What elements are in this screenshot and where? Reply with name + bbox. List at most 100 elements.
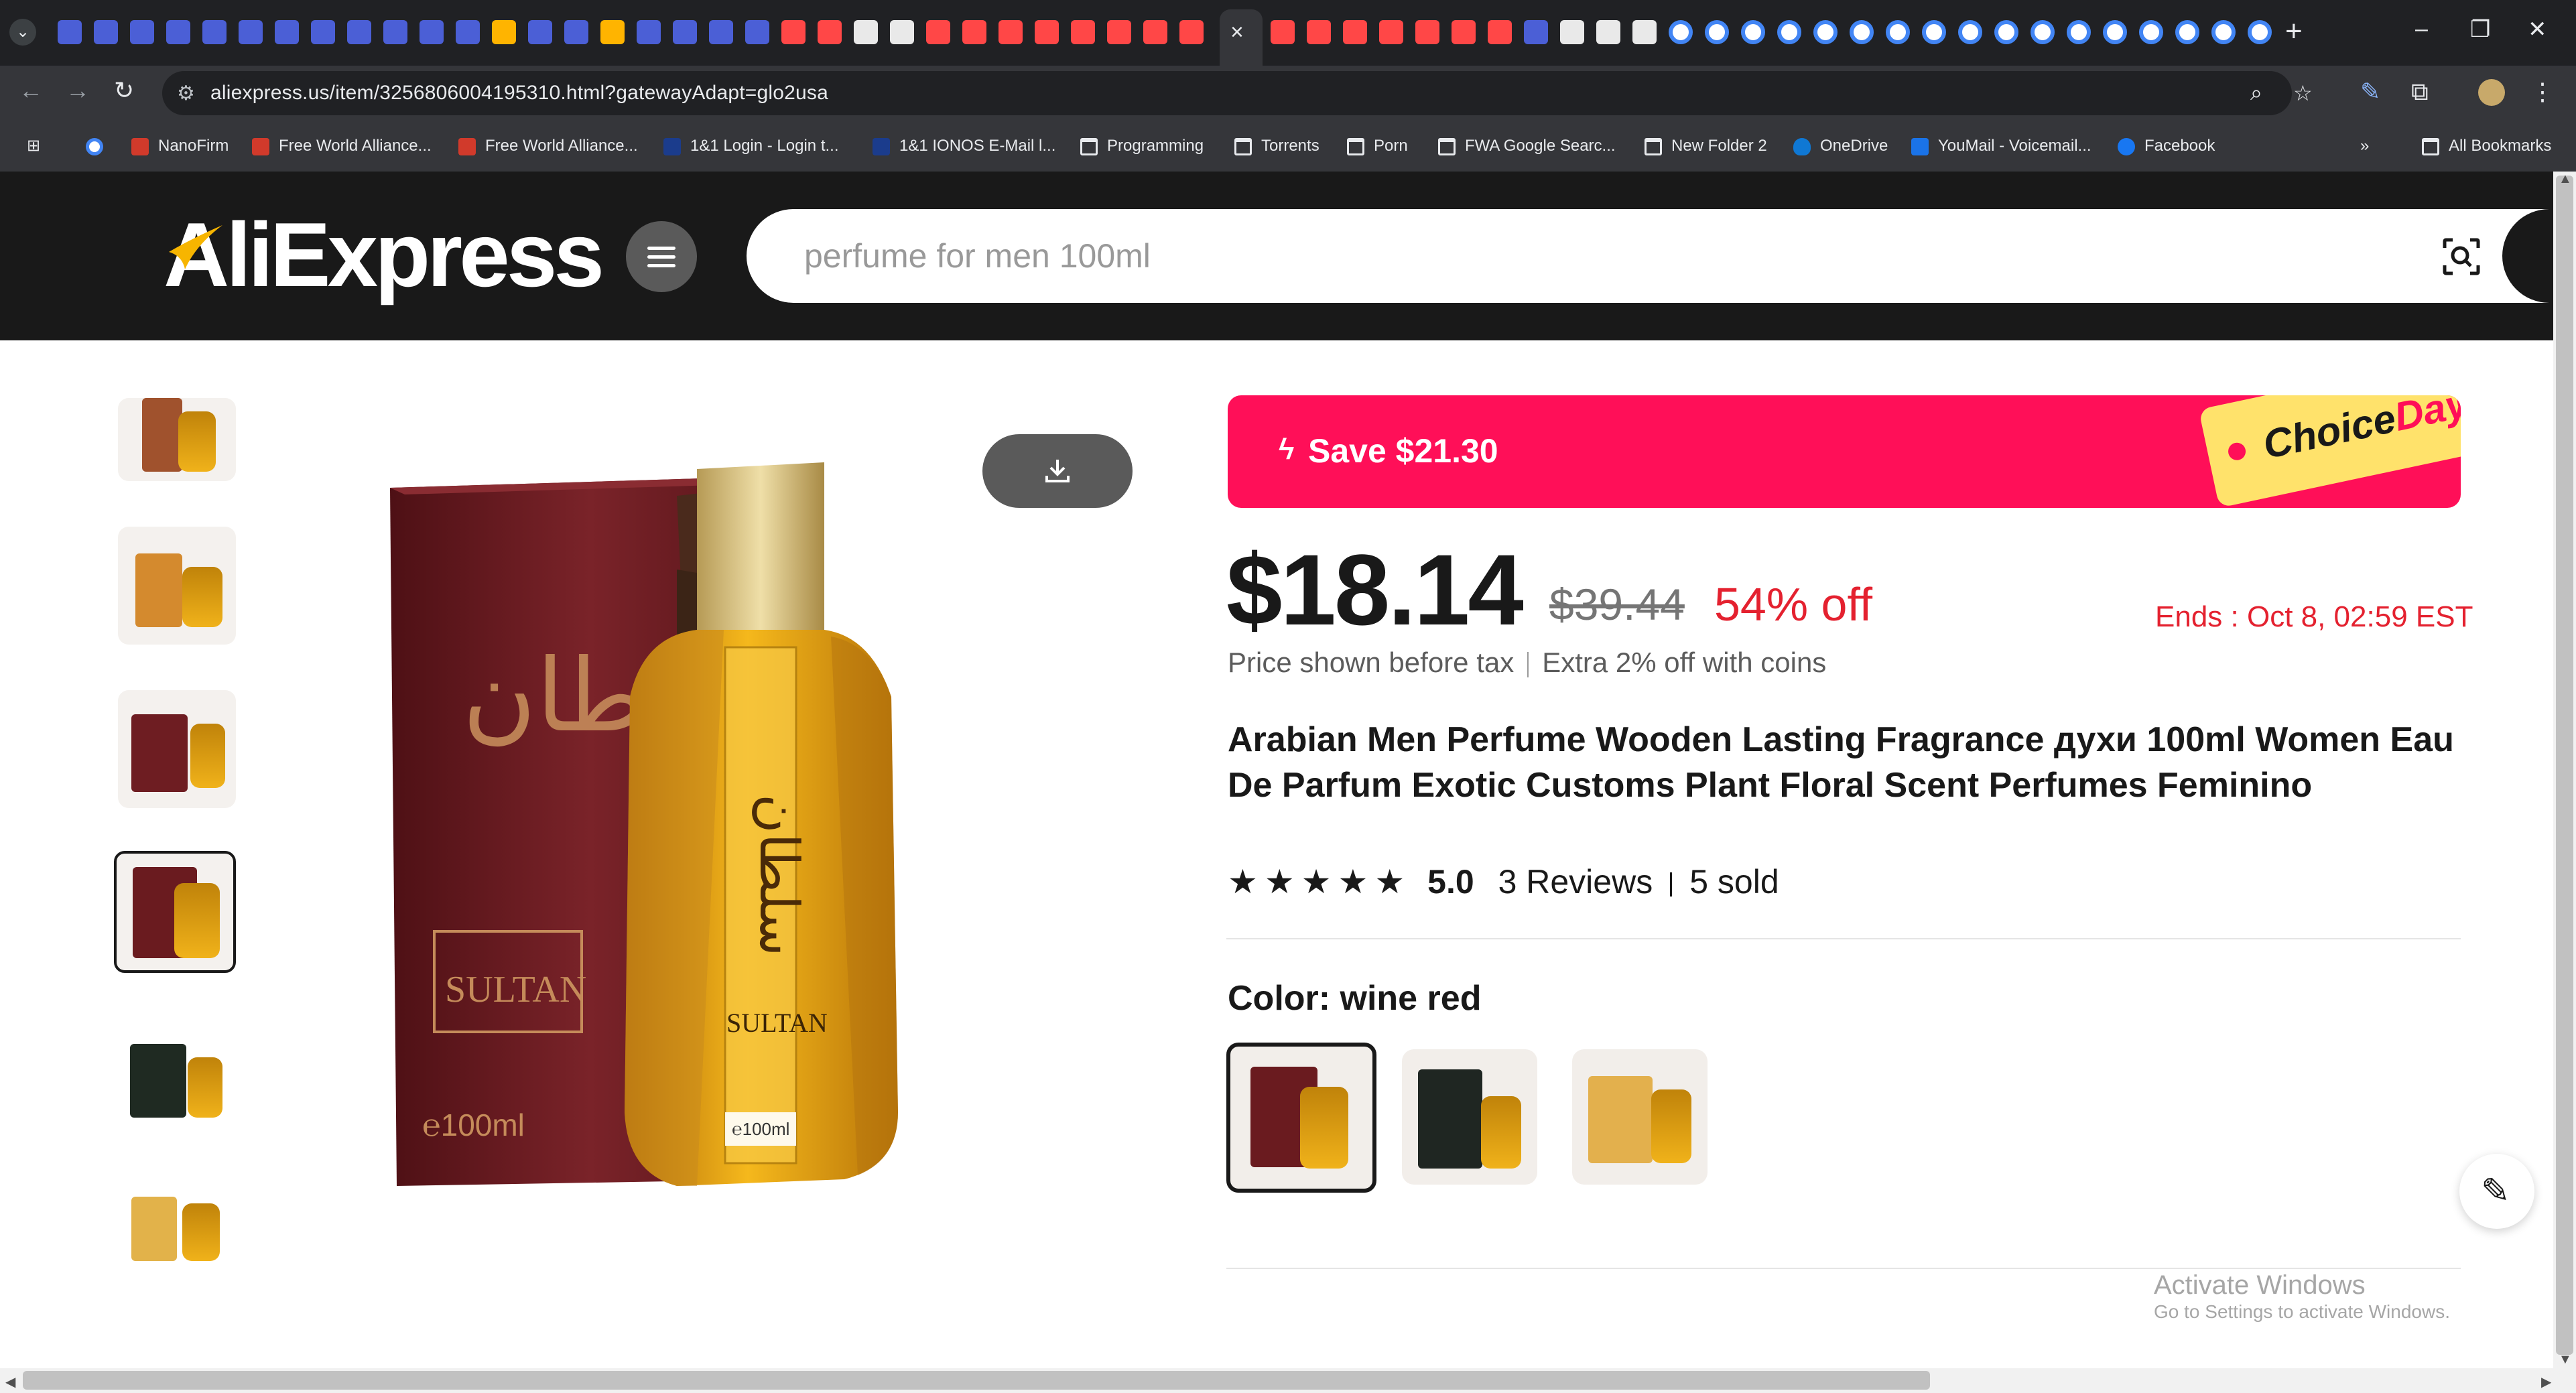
tab-favicon[interactable]	[1179, 20, 1204, 44]
bookmark-folder[interactable]: Programming	[1080, 134, 1204, 158]
color-swatch-wine-red[interactable]	[1226, 1043, 1376, 1193]
tab-favicon[interactable]	[926, 20, 950, 44]
tab-favicon[interactable]	[1922, 20, 1946, 44]
tab-favicon[interactable]	[1705, 20, 1729, 44]
tab-favicon[interactable]	[709, 20, 733, 44]
tab-favicon[interactable]	[1452, 20, 1476, 44]
tab-favicon[interactable]	[1143, 20, 1167, 44]
bookmark-item[interactable]: Facebook	[2118, 134, 2215, 158]
tab-favicon[interactable]	[1307, 20, 1331, 44]
tab-favicon[interactable]	[2248, 20, 2272, 44]
vertical-scroll-thumb[interactable]	[2556, 176, 2573, 1355]
tab-favicon[interactable]	[1379, 20, 1403, 44]
aliexpress-logo[interactable]: AliExpress	[164, 208, 604, 302]
close-window-icon[interactable]: ✕	[2528, 16, 2547, 43]
tab-favicon[interactable]	[166, 20, 190, 44]
tab-favicon[interactable]	[347, 20, 371, 44]
tab-favicon[interactable]	[2139, 20, 2163, 44]
coins-text[interactable]: Extra 2% off with coins	[1542, 647, 1826, 678]
tab-favicon[interactable]	[2067, 20, 2091, 44]
tab-favicon[interactable]	[1560, 20, 1584, 44]
tab-favicon[interactable]	[1994, 20, 2018, 44]
tab-favicon[interactable]	[202, 20, 227, 44]
new-tab-icon[interactable]: +	[2285, 15, 2303, 48]
image-search-icon[interactable]	[2442, 237, 2481, 276]
tab-favicon[interactable]	[1071, 20, 1095, 44]
search-input[interactable]	[803, 232, 2414, 280]
tab-favicon[interactable]	[1850, 20, 1874, 44]
close-tab-icon[interactable]: ×	[1230, 20, 1244, 44]
product-thumbnail[interactable]	[118, 527, 236, 645]
scroll-left-icon[interactable]: ◀	[5, 1374, 15, 1390]
tab-favicon[interactable]	[781, 20, 806, 44]
bookmark-item[interactable]: Free World Alliance...	[458, 134, 638, 158]
tab-favicon[interactable]	[1632, 20, 1657, 44]
horizontal-scroll-thumb[interactable]	[23, 1371, 1930, 1390]
tab-favicon[interactable]	[673, 20, 697, 44]
tab-favicon[interactable]	[637, 20, 661, 44]
product-thumbnail[interactable]	[118, 690, 236, 808]
color-swatch-gold[interactable]	[1572, 1049, 1708, 1185]
tab-favicon[interactable]	[564, 20, 588, 44]
main-product-image[interactable]: سلطان SULTAN ℮100ml سلطان SULTAN ℮100ml	[362, 415, 1112, 1193]
site-info-icon[interactable]: ⚙	[177, 82, 195, 105]
product-thumbnail-selected[interactable]	[114, 851, 236, 973]
forward-icon[interactable]: →	[66, 76, 90, 105]
bookmark-folder[interactable]: Porn	[1347, 134, 1408, 158]
tab-favicon[interactable]	[94, 20, 118, 44]
tab-favicon[interactable]	[2175, 20, 2199, 44]
bookmark-item[interactable]: 1&1 Login - Login t...	[663, 134, 838, 158]
bookmark-item[interactable]: 1&1 IONOS E-Mail l...	[873, 134, 1055, 158]
reviews-link[interactable]: 3 Reviews	[1498, 863, 1653, 901]
extensions-icon[interactable]: ⧉	[2411, 78, 2429, 107]
scroll-down-icon[interactable]: ▼	[2559, 1352, 2572, 1368]
tab-favicon[interactable]	[239, 20, 263, 44]
bookmarks-overflow-icon[interactable]: »	[2360, 134, 2369, 158]
tab-favicon[interactable]	[1958, 20, 1982, 44]
tab-favicon[interactable]	[1886, 20, 1910, 44]
tab-favicon[interactable]	[275, 20, 299, 44]
tab-favicon[interactable]	[999, 20, 1023, 44]
tab-favicon[interactable]	[1524, 20, 1548, 44]
google-bookmark[interactable]	[86, 134, 113, 158]
tab-favicon[interactable]	[1343, 20, 1367, 44]
tab-favicon[interactable]	[890, 20, 914, 44]
bookmark-folder[interactable]: Torrents	[1234, 134, 1319, 158]
product-thumbnail[interactable]	[118, 1020, 236, 1138]
address-bar[interactable]: ⚙ aliexpress.us/item/3256806004195310.ht…	[162, 71, 2313, 115]
scroll-up-icon[interactable]: ▲	[2559, 172, 2572, 187]
reload-icon[interactable]: ↻	[114, 76, 134, 105]
bookmark-item[interactable]: NanoFirm	[131, 134, 229, 158]
tab-favicon[interactable]	[2103, 20, 2127, 44]
tab-favicon[interactable]	[2211, 20, 2236, 44]
restore-icon[interactable]: ❐	[2470, 16, 2490, 43]
bookmark-item[interactable]: OneDrive	[1793, 134, 1888, 158]
tab-favicon[interactable]	[1596, 20, 1620, 44]
browser-menu-icon[interactable]: ⋮	[2530, 78, 2555, 106]
tab-favicon[interactable]	[1813, 20, 1838, 44]
tab-favicon[interactable]	[1415, 20, 1439, 44]
tab-favicon[interactable]	[962, 20, 986, 44]
apps-grid-icon[interactable]: ⊞	[27, 134, 40, 158]
tab-search-icon[interactable]: ⌄	[9, 19, 36, 46]
product-thumbnail[interactable]	[118, 398, 236, 481]
scroll-right-icon[interactable]: ▶	[2541, 1374, 2551, 1390]
zoom-icon[interactable]: ⌕	[2250, 80, 2262, 106]
bookmark-folder[interactable]: New Folder 2	[1645, 134, 1767, 158]
tab-favicon[interactable]	[456, 20, 480, 44]
tab-favicon[interactable]	[1107, 20, 1131, 44]
tab-favicon[interactable]	[1035, 20, 1059, 44]
bookmark-item[interactable]: YouMail - Voicemail...	[1911, 134, 2091, 158]
tab-favicon[interactable]	[130, 20, 154, 44]
extension-pen-icon[interactable]: ✎	[2360, 78, 2380, 106]
product-thumbnail[interactable]	[118, 1177, 236, 1277]
tab-favicon[interactable]	[600, 20, 625, 44]
all-bookmarks[interactable]: All Bookmarks	[2422, 134, 2551, 158]
bookmark-folder[interactable]: FWA Google Searc...	[1438, 134, 1616, 158]
tab-favicon[interactable]	[1488, 20, 1512, 44]
color-swatch-black[interactable]	[1402, 1049, 1537, 1185]
tab-favicon[interactable]	[492, 20, 516, 44]
bookmark-star-icon[interactable]: ☆	[2293, 80, 2313, 106]
category-menu-button[interactable]	[626, 221, 697, 292]
back-icon[interactable]: ←	[19, 76, 43, 105]
